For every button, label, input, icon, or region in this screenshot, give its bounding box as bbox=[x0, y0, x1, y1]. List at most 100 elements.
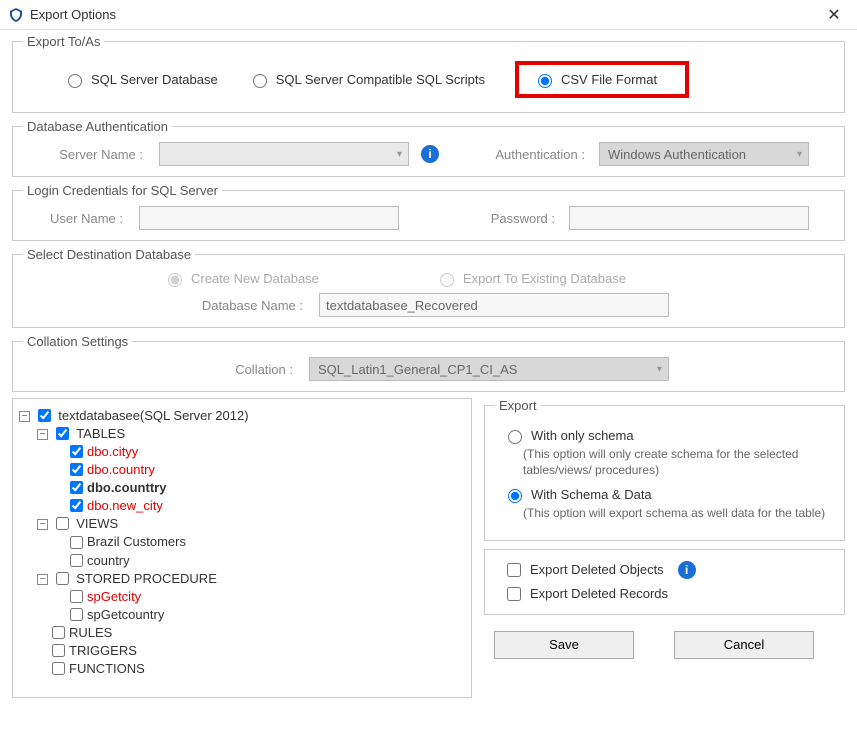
export-to-group: Export To/As SQL Server Database SQL Ser… bbox=[12, 34, 845, 113]
chevron-down-icon: ▾ bbox=[657, 364, 662, 375]
collation-group: Collation Settings Collation : SQL_Latin… bbox=[12, 334, 845, 392]
collapse-icon[interactable]: − bbox=[37, 519, 48, 530]
login-group: Login Credentials for SQL Server User Na… bbox=[12, 183, 845, 241]
tree-item-view[interactable]: Brazil Customers bbox=[55, 533, 467, 549]
sp-item-label: spGetcountry bbox=[87, 607, 164, 622]
table-check[interactable] bbox=[70, 481, 83, 494]
tree-root-check[interactable] bbox=[38, 409, 51, 422]
radio-create-new-db[interactable]: Create New Database bbox=[163, 270, 319, 287]
export-to-legend: Export To/As bbox=[23, 34, 104, 49]
radio-sql-scripts-input[interactable] bbox=[253, 74, 267, 88]
username-input[interactable] bbox=[139, 206, 399, 230]
functions-label: FUNCTIONS bbox=[69, 661, 145, 676]
triggers-label: TRIGGERS bbox=[69, 643, 137, 658]
radio-csv[interactable]: CSV File Format bbox=[533, 71, 657, 88]
export-options-group: Export With only schema (This option wil… bbox=[484, 398, 845, 541]
deleted-options-group: Export Deleted Objects i Export Deleted … bbox=[484, 549, 845, 615]
radio-export-existing-label: Export To Existing Database bbox=[463, 271, 626, 286]
radio-export-existing[interactable]: Export To Existing Database bbox=[435, 270, 626, 287]
tree-group-rules[interactable]: RULES bbox=[37, 624, 467, 640]
cancel-button[interactable]: Cancel bbox=[674, 631, 814, 659]
radio-schema-data[interactable]: With Schema & Data bbox=[503, 486, 826, 503]
tree-root[interactable]: − textdatabasee(SQL Server 2012) − TABLE… bbox=[19, 407, 467, 676]
collation-combo[interactable]: SQL_Latin1_General_CP1_CI_AS ▾ bbox=[309, 357, 669, 381]
info-icon[interactable]: i bbox=[421, 145, 439, 163]
dest-db-group: Select Destination Database Create New D… bbox=[12, 247, 845, 328]
radio-schema-data-input[interactable] bbox=[508, 489, 522, 503]
tree-group-triggers[interactable]: TRIGGERS bbox=[37, 642, 467, 658]
save-button[interactable]: Save bbox=[494, 631, 634, 659]
tree-item-view[interactable]: country bbox=[55, 552, 467, 568]
sp-item-label: spGetcity bbox=[87, 589, 141, 604]
radio-schema-only-input[interactable] bbox=[508, 430, 522, 444]
sp-item-check[interactable] bbox=[70, 590, 83, 603]
radio-sql-scripts[interactable]: SQL Server Compatible SQL Scripts bbox=[248, 71, 485, 88]
radio-sql-server-input[interactable] bbox=[68, 74, 82, 88]
schema-data-note: (This option will export schema as well … bbox=[523, 505, 834, 521]
db-auth-group: Database Authentication Server Name : ▾ … bbox=[12, 119, 845, 177]
table-check[interactable] bbox=[70, 463, 83, 476]
db-auth-legend: Database Authentication bbox=[23, 119, 172, 134]
password-input[interactable] bbox=[569, 206, 809, 230]
collapse-icon[interactable]: − bbox=[19, 411, 30, 422]
app-icon bbox=[8, 7, 24, 23]
table-check[interactable] bbox=[70, 445, 83, 458]
tree-group-views[interactable]: − VIEWS Brazil Customers country bbox=[37, 515, 467, 567]
sp-label: STORED PROCEDURE bbox=[76, 571, 217, 586]
radio-schema-only[interactable]: With only schema bbox=[503, 427, 826, 444]
username-label: User Name : bbox=[23, 211, 133, 226]
tree-group-tables[interactable]: − TABLES dbo.cityy dbo.country dbo.count… bbox=[37, 425, 467, 513]
radio-csv-input[interactable] bbox=[538, 74, 552, 88]
chk-deleted-objects[interactable] bbox=[507, 563, 521, 577]
collapse-icon[interactable]: − bbox=[37, 429, 48, 440]
collation-value: SQL_Latin1_General_CP1_CI_AS bbox=[318, 362, 517, 377]
triggers-check[interactable] bbox=[52, 644, 65, 657]
chk-deleted-objects-row[interactable]: Export Deleted Objects i bbox=[503, 560, 826, 580]
table-check[interactable] bbox=[70, 499, 83, 512]
chk-deleted-records-row[interactable]: Export Deleted Records bbox=[503, 584, 826, 604]
collation-legend: Collation Settings bbox=[23, 334, 132, 349]
tree-item-sp[interactable]: spGetcity bbox=[55, 588, 467, 604]
dest-db-legend: Select Destination Database bbox=[23, 247, 195, 262]
window-title: Export Options bbox=[30, 7, 819, 22]
collation-label: Collation : bbox=[143, 362, 303, 377]
tree-item-table[interactable]: dbo.counttry bbox=[55, 479, 467, 495]
rules-check[interactable] bbox=[52, 626, 65, 639]
csv-highlight: CSV File Format bbox=[515, 61, 689, 98]
views-check[interactable] bbox=[56, 517, 69, 530]
table-label: dbo.counttry bbox=[87, 480, 166, 495]
object-tree[interactable]: − textdatabasee(SQL Server 2012) − TABLE… bbox=[12, 398, 472, 698]
view-label: country bbox=[87, 553, 130, 568]
export-options-legend: Export bbox=[495, 398, 541, 413]
radio-create-new-db-input[interactable] bbox=[168, 273, 182, 287]
collapse-icon[interactable]: − bbox=[37, 574, 48, 585]
server-name-label: Server Name : bbox=[23, 147, 153, 162]
tree-item-table[interactable]: dbo.new_city bbox=[55, 497, 467, 513]
functions-check[interactable] bbox=[52, 662, 65, 675]
chk-deleted-objects-label: Export Deleted Objects bbox=[530, 562, 664, 577]
radio-export-existing-input[interactable] bbox=[440, 273, 454, 287]
radio-sql-server[interactable]: SQL Server Database bbox=[63, 71, 218, 88]
tree-item-table[interactable]: dbo.country bbox=[55, 461, 467, 477]
sp-check[interactable] bbox=[56, 572, 69, 585]
chk-deleted-records[interactable] bbox=[507, 587, 521, 601]
view-check[interactable] bbox=[70, 554, 83, 567]
radio-sql-scripts-label: SQL Server Compatible SQL Scripts bbox=[276, 72, 485, 87]
info-icon[interactable]: i bbox=[678, 561, 696, 579]
db-name-input[interactable] bbox=[319, 293, 669, 317]
tree-group-sp[interactable]: − STORED PROCEDURE spGetcity spGetcountr… bbox=[37, 570, 467, 622]
tree-item-table[interactable]: dbo.cityy bbox=[55, 443, 467, 459]
tree-item-sp[interactable]: spGetcountry bbox=[55, 606, 467, 622]
tree-group-functions[interactable]: FUNCTIONS bbox=[37, 660, 467, 676]
sp-item-check[interactable] bbox=[70, 608, 83, 621]
close-button[interactable]: ✕ bbox=[819, 5, 849, 25]
rules-label: RULES bbox=[69, 625, 112, 640]
tables-check[interactable] bbox=[56, 427, 69, 440]
view-label: Brazil Customers bbox=[87, 535, 186, 550]
schema-only-note: (This option will only create schema for… bbox=[523, 446, 834, 478]
server-name-combo[interactable]: ▾ bbox=[159, 142, 409, 166]
view-check[interactable] bbox=[70, 536, 83, 549]
password-label: Password : bbox=[465, 211, 555, 226]
auth-combo[interactable]: Windows Authentication ▾ bbox=[599, 142, 809, 166]
login-legend: Login Credentials for SQL Server bbox=[23, 183, 222, 198]
